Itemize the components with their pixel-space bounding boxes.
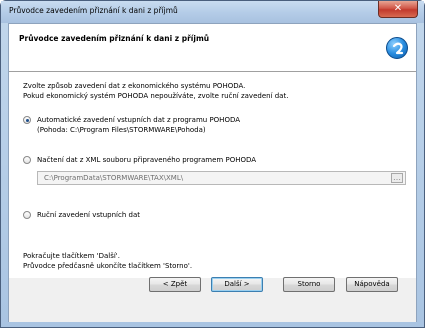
page-title: Průvodce zavedením přiznání k dani z pří… [19,34,210,43]
option-automatic-import-path: (Pohoda: C:\Program Files\STORMWARE\Poho… [37,126,206,134]
intro-line-1: Zvolte způsob zavedení dat z ekonomickéh… [23,82,246,90]
option-automatic-import-label: Automatické zavedení vstupních dat z pro… [37,116,241,124]
intro-line-2: Pokud ekonomický systém POHODA nepoužívá… [23,92,289,100]
intro-text: Zvolte způsob zavedení dat z ekonomickéh… [23,81,288,101]
browse-button[interactable]: … [391,173,403,183]
close-button[interactable]: ✕ [378,1,418,18]
radio-manual-entry[interactable] [23,211,31,219]
pohoda-logo-icon [386,37,408,59]
option-xml-import-label: Načtení dat z XML souboru připraveného p… [37,156,257,164]
next-button[interactable]: Další > [211,277,263,292]
cancel-button[interactable]: Storno [283,277,335,292]
radio-automatic-import[interactable] [23,116,31,124]
wizard-window: Průvodce zavedením přiznání k dani z pří… [0,0,425,328]
option-manual-entry-label: Ruční zavedení vstupních dat [37,211,140,219]
radio-xml-import[interactable] [23,156,31,164]
title-bar[interactable]: Průvodce zavedením přiznání k dani z pří… [1,1,424,23]
wizard-header: Průvodce zavedením přiznání k dani z pří… [9,24,416,72]
help-button[interactable]: Nápověda [346,277,398,292]
xml-path-field[interactable]: C:\ProgramData\STORMWARE\TAX\XML\ [37,171,406,185]
window-title: Průvodce zavedením přiznání k dani z pří… [9,6,178,15]
back-button[interactable]: < Zpět [149,277,201,292]
footer-line-1: Pokračujte tlačítkem 'Další'. [23,252,120,260]
footer-text: Pokračujte tlačítkem 'Další'. Průvodce p… [23,251,192,271]
footer-line-2: Průvodce předčasně ukončíte tlačítkem 'S… [23,262,193,270]
